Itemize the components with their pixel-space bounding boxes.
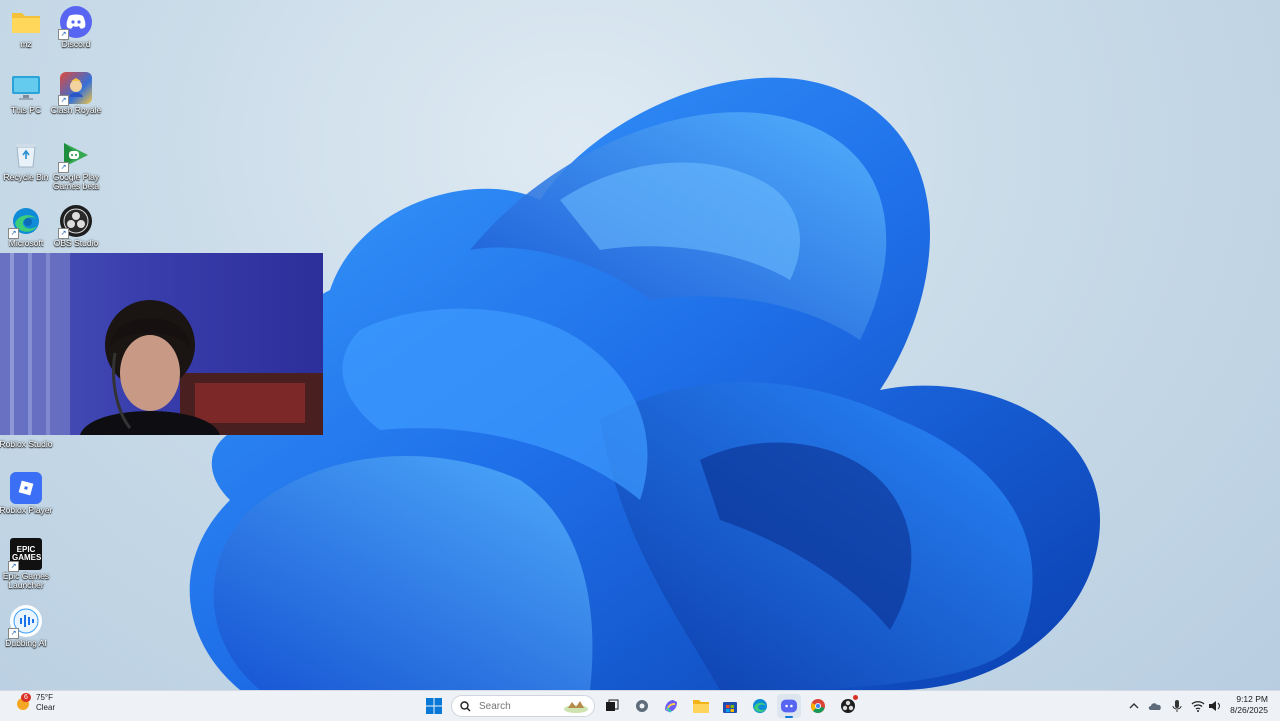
desktop-icon-dubbing-ai[interactable]: ↗ Dubbing AI	[0, 605, 52, 648]
desktop-icon-recycle-bin[interactable]: Recycle Bin	[0, 139, 52, 182]
clock-date: 8/26/2025	[1230, 705, 1268, 715]
recycle-bin-icon	[10, 139, 42, 171]
discord-taskbar-button[interactable]	[777, 694, 801, 718]
desktop-icon-google-play-games[interactable]: ↗ Google Play Games beta	[50, 139, 102, 191]
settings-icon	[636, 700, 648, 712]
chrome-button[interactable]	[806, 694, 830, 718]
webcam-overlay	[0, 253, 323, 435]
roblox-player-icon	[10, 472, 42, 504]
dubbing-ai-icon: ↗	[8, 605, 42, 639]
wifi-icon	[1191, 701, 1205, 712]
weather-badge: 6	[21, 693, 31, 702]
webcam-feed	[0, 253, 323, 435]
taskbar-search[interactable]	[451, 695, 595, 717]
taskbar: 6 75°F Clear Search 9:12 PM 8/26/2025	[0, 690, 1280, 721]
obs-icon: ↗	[58, 205, 92, 239]
task-view-button[interactable]	[600, 694, 624, 718]
file-explorer-icon	[693, 700, 709, 713]
epic-games-icon: EPIC GAMES ↗	[8, 538, 42, 572]
folder-icon	[10, 6, 42, 38]
chrome-icon	[811, 699, 825, 713]
google-play-games-icon: ↗	[58, 139, 92, 173]
chevron-up-icon	[1129, 703, 1139, 709]
obs-taskbar-button[interactable]	[836, 694, 860, 718]
clock-time: 9:12 PM	[1236, 694, 1268, 704]
clash-royale-icon: ↗	[58, 72, 92, 106]
desktop-icon-this-pc[interactable]: This PC	[0, 72, 52, 115]
file-explorer-button[interactable]	[689, 694, 713, 718]
copilot-button[interactable]	[659, 694, 683, 718]
discord-icon: ↗	[58, 6, 92, 40]
desktop-icon-mz[interactable]: mz	[0, 6, 52, 49]
desktop-icon-roblox-player[interactable]: Roblox Player	[0, 472, 52, 515]
recording-dot	[853, 695, 858, 700]
start-button[interactable]	[422, 694, 446, 718]
desktop-icon-obs-studio[interactable]: ↗ OBS Studio	[50, 205, 102, 248]
weather-condition: Clear	[36, 703, 56, 712]
cloud-icon	[1148, 703, 1161, 710]
microphone-icon	[1172, 700, 1182, 712]
search-input[interactable]	[477, 699, 561, 713]
obs-icon	[841, 699, 855, 713]
desktop-icon-epic-games[interactable]: EPIC GAMES ↗ Epic Games Launcher	[0, 538, 52, 590]
store-button[interactable]	[718, 694, 742, 718]
onedrive-tray[interactable]	[1148, 699, 1162, 713]
monitor-icon	[10, 72, 42, 104]
store-icon	[723, 702, 737, 713]
wifi-tray[interactable]	[1191, 699, 1205, 713]
search-icon	[460, 700, 471, 711]
discord-icon	[781, 699, 797, 713]
start-icon	[426, 698, 442, 714]
show-hidden-icons-button[interactable]	[1127, 699, 1141, 713]
microphone-tray[interactable]	[1170, 699, 1184, 713]
edge-button[interactable]	[748, 694, 772, 718]
volume-tray[interactable]	[1208, 699, 1222, 713]
volume-icon	[1209, 701, 1220, 711]
settings-button[interactable]	[630, 694, 654, 718]
desktop-icon-roblox-studio[interactable]: Roblox Studio	[0, 438, 52, 449]
edge-icon: ↗	[8, 205, 42, 239]
desktop-icon-clash-royale[interactable]: ↗ Clash Royale	[50, 72, 102, 115]
weather-temp: 75°F	[36, 693, 53, 702]
task-view-icon	[606, 699, 619, 711]
taskbar-clock[interactable]: 9:12 PM 8/26/2025	[1230, 694, 1268, 716]
weather-sun-icon: 6	[14, 693, 32, 712]
desktop-icon-discord[interactable]: ↗ Discord	[50, 6, 102, 49]
search-highlight-icon	[564, 701, 588, 713]
copilot-icon	[665, 700, 677, 713]
active-indicator	[785, 716, 793, 718]
edge-icon	[753, 699, 767, 713]
desktop-icon-microsoft-edge[interactable]: ↗ Microsoft	[0, 205, 52, 248]
weather-widget[interactable]: 6 75°F Clear	[14, 693, 55, 713]
